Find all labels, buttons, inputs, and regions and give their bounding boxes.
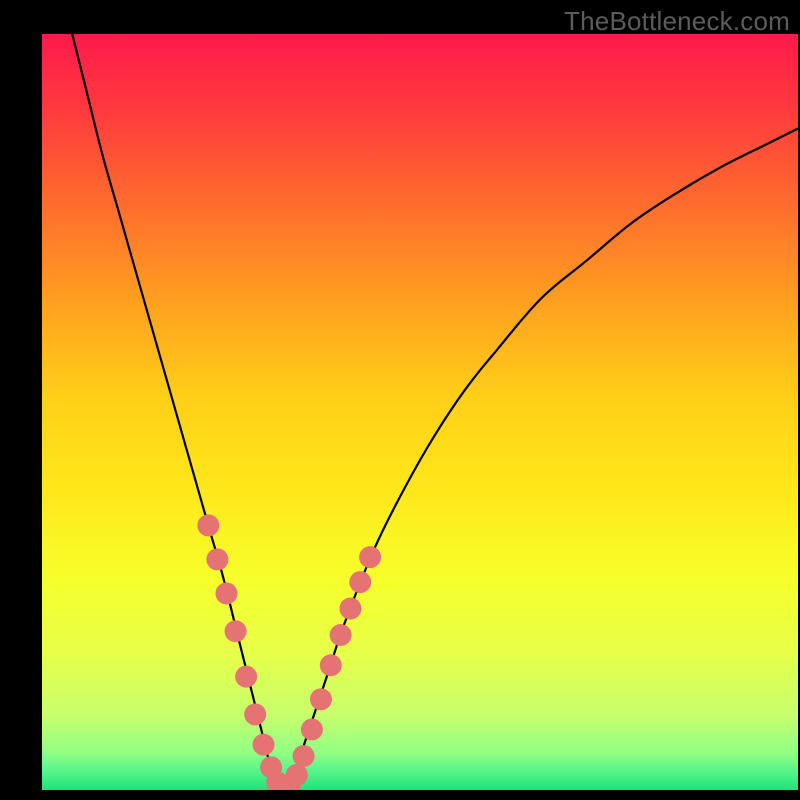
marker-dot — [359, 546, 381, 568]
plot-area — [42, 34, 798, 790]
chart-frame: TheBottleneck.com — [0, 0, 800, 800]
marker-dot — [339, 598, 361, 620]
marker-dot — [244, 703, 266, 725]
marker-dot — [349, 571, 371, 593]
marker-dot — [235, 666, 257, 688]
marker-dot — [310, 688, 332, 710]
marker-dot — [293, 745, 315, 767]
marker-dot — [301, 719, 323, 741]
marker-dot — [206, 548, 228, 570]
marker-dot — [330, 624, 352, 646]
chart-svg — [42, 34, 798, 790]
marker-dot — [197, 514, 219, 536]
watermark-text: TheBottleneck.com — [564, 6, 790, 37]
gradient-background — [42, 34, 798, 790]
marker-dot — [320, 654, 342, 676]
marker-dot — [286, 764, 308, 786]
marker-dot — [253, 734, 275, 756]
marker-dot — [225, 620, 247, 642]
marker-dot — [215, 582, 237, 604]
